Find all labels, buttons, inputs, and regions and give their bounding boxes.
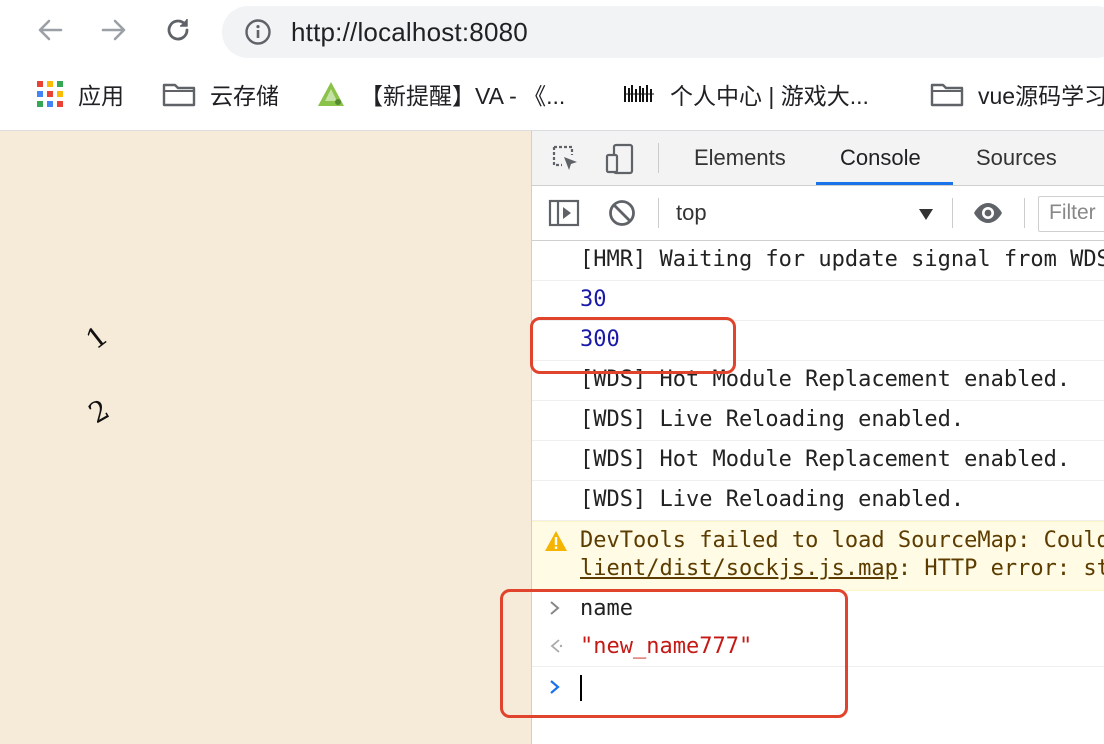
address-bar[interactable]: http://localhost:8080 (222, 6, 1104, 58)
arrow-left-icon (38, 19, 63, 41)
forward-button[interactable] (98, 14, 130, 46)
dropdown-arrow-icon[interactable] (918, 206, 934, 225)
active-tab-indicator (816, 182, 953, 185)
bookmark-vue-source[interactable]: vue源码学习 (930, 78, 1104, 110)
page-viewport: 1 2 (0, 131, 531, 744)
bookmark-label: 【新提醒】VA - 《... (360, 83, 566, 109)
console-message: [WDS] Live Reloading enabled. (532, 481, 1104, 521)
clear-console-button[interactable] (604, 195, 640, 231)
bookmark-label: vue源码学习 (978, 83, 1104, 109)
toolbar-divider (658, 143, 659, 173)
bookmark-va[interactable]: 【新提醒】VA - 《... (316, 78, 565, 110)
browser-toolbar: http://localhost:8080 (0, 0, 1104, 64)
device-icon (605, 143, 634, 175)
digit-2: 2 (82, 392, 115, 431)
filter-input[interactable]: Filter (1038, 196, 1104, 232)
console-message: [WDS] Live Reloading enabled. (532, 401, 1104, 441)
toolbar-divider (952, 198, 953, 228)
digit-1: 1 (79, 319, 115, 356)
bookmark-label: 应用 (78, 83, 124, 109)
back-button[interactable] (34, 14, 66, 46)
inspect-element-button[interactable] (548, 141, 584, 177)
toolbar-divider (658, 198, 659, 228)
eye-icon (974, 203, 1002, 223)
toolbar-divider (1024, 198, 1025, 228)
inspect-icon (552, 145, 577, 170)
reload-icon (167, 19, 189, 41)
bookmark-game-center[interactable]: 个人中心 | 游戏大... (622, 78, 869, 110)
clear-icon (609, 200, 635, 226)
context-selector[interactable]: top (676, 186, 707, 240)
tab-sources[interactable]: Sources (976, 131, 1057, 185)
reload-button[interactable] (162, 14, 194, 46)
bookmarks-bar: 应用 云存储 【新提醒】VA - 《... 个人中心 | 游戏大... vue源… (0, 64, 1104, 131)
highlight-box-console-input (500, 589, 848, 718)
live-expression-button[interactable] (970, 195, 1006, 231)
sidebar-toggle-icon (548, 199, 580, 227)
bookmark-label: 云存储 (210, 83, 279, 109)
folder-icon (930, 80, 964, 108)
url-text[interactable]: http://localhost:8080 (291, 17, 528, 48)
console-toolbar: top Filter (532, 186, 1104, 241)
tab-console[interactable]: Console (840, 131, 921, 185)
bookmark-label: 个人中心 | 游戏大... (670, 83, 869, 109)
folder-icon (162, 80, 196, 108)
console-message: [HMR] Waiting for update signal from WDS… (532, 241, 1104, 281)
console-message: [WDS] Hot Module Replacement enabled. (532, 441, 1104, 481)
warning-icon (544, 530, 568, 558)
game-site-icon (622, 80, 656, 108)
info-icon[interactable] (244, 18, 272, 50)
sourcemap-link[interactable]: lient/dist/sockjs.js.map (580, 556, 898, 581)
va-site-icon (316, 80, 346, 108)
devtools-tab-bar: Elements Console Sources (532, 131, 1104, 186)
console-message: 30 (532, 281, 1104, 321)
show-sidebar-button[interactable] (546, 195, 582, 231)
bookmark-cloud-storage[interactable]: 云存储 (162, 78, 279, 110)
filter-placeholder: Filter (1049, 201, 1096, 224)
console-warning: DevTools failed to load SourceMap: Could… (532, 521, 1104, 591)
tab-elements[interactable]: Elements (694, 131, 786, 185)
apps-grid-icon (36, 80, 64, 108)
bookmark-apps[interactable]: 应用 (36, 78, 124, 110)
arrow-right-icon (101, 19, 126, 41)
highlight-box-300 (530, 317, 736, 374)
device-toolbar-button[interactable] (602, 141, 638, 177)
